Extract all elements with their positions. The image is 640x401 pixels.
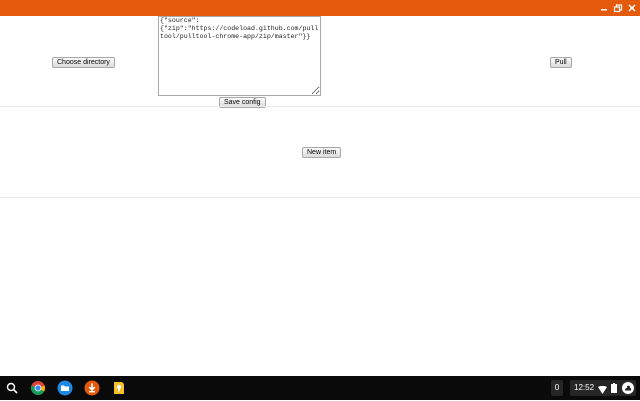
minimize-icon[interactable]: [598, 2, 610, 14]
wifi-icon: [598, 384, 607, 400]
close-icon[interactable]: [626, 2, 638, 14]
account-icon: [622, 382, 634, 400]
section-divider: [0, 197, 640, 198]
keep-icon[interactable]: [111, 380, 127, 396]
download-icon[interactable]: [84, 380, 100, 396]
choose-directory-button[interactable]: Choose directory: [52, 57, 115, 68]
pull-button[interactable]: Pull: [550, 57, 572, 68]
system-shelf: 0 12:52: [0, 376, 640, 400]
maximize-icon[interactable]: [612, 2, 624, 14]
config-textarea[interactable]: [158, 16, 321, 96]
system-tray[interactable]: 12:52: [570, 380, 636, 396]
clock: 12:52: [574, 383, 595, 392]
chrome-icon[interactable]: [30, 380, 46, 396]
battery-icon: [611, 383, 617, 399]
files-icon[interactable]: [57, 380, 73, 396]
notification-count-badge[interactable]: 0: [551, 380, 563, 396]
new-item-button[interactable]: New item: [302, 147, 342, 158]
launcher-search-icon[interactable]: [4, 380, 20, 396]
section-divider: [0, 106, 640, 107]
window-titlebar[interactable]: [0, 0, 640, 16]
